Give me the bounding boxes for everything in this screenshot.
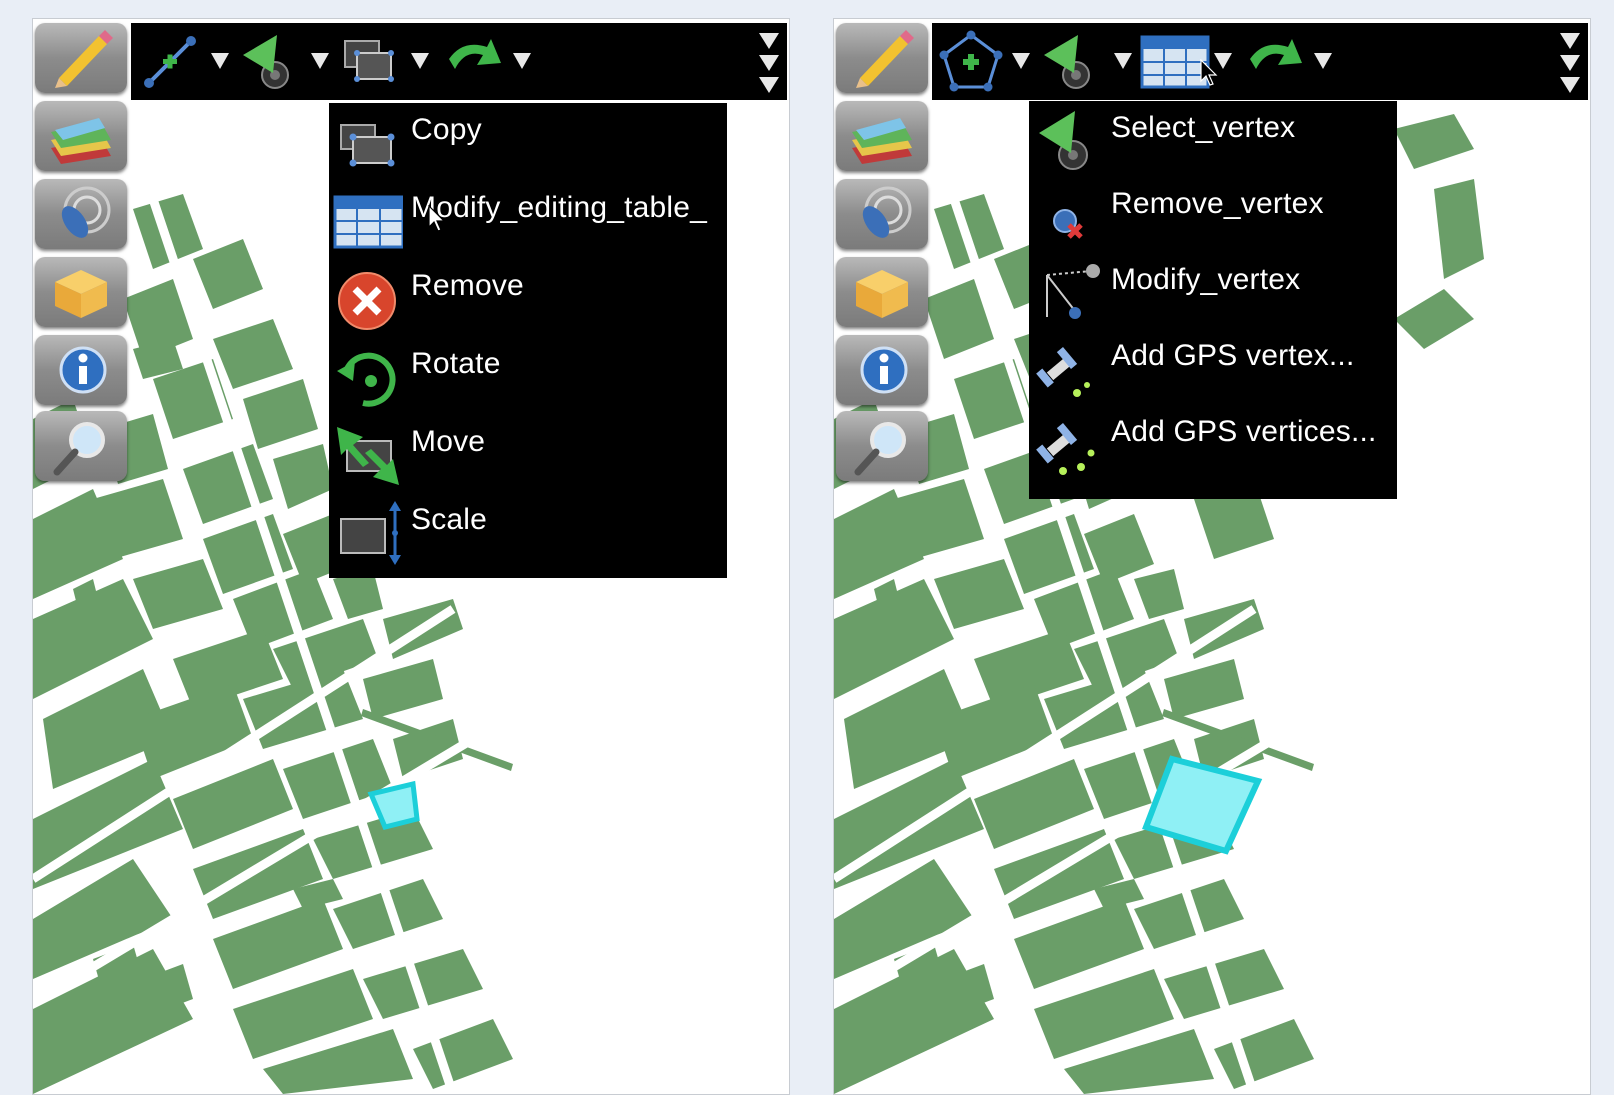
overflow-menu-icon[interactable] [1558,29,1582,97]
copy-icon [344,40,394,82]
gps-button[interactable] [836,179,928,249]
mouse-cursor-icon [428,205,446,232]
edit-dropdown-menu: Copy Modify_editing_table_ Remove Rotate… [329,103,727,578]
menu-item-label: Select_vertex [1111,111,1296,144]
menu-item-copy[interactable]: Copy [329,103,727,181]
menu-item-modify-vertex[interactable]: Modify_vertex [1029,253,1397,331]
menu-item-label: Remove [411,269,524,302]
search-button[interactable] [836,411,928,481]
edit-pencil-button[interactable] [35,23,127,93]
menu-item-move[interactable]: Move [329,415,727,493]
add-polygon-vertex-tool[interactable] [936,29,1003,93]
menu-item-rotate[interactable]: Rotate [329,337,727,415]
gps-dish-icon [61,186,111,238]
add-polygon-icon [939,30,1003,92]
menu-item-scale[interactable]: Scale [329,493,727,571]
magnifier-icon [53,422,105,476]
left-device-screen: Copy Modify_editing_table_ Remove Rotate… [32,18,790,1095]
remove-vertex-icon [1033,181,1103,251]
redo-arrow-icon [449,39,501,69]
chevron-down-icon[interactable] [1314,53,1332,69]
right-device-screen: Select_vertex Remove_vertex Modify_verte… [833,18,1591,1095]
select-vertex-icon [1044,35,1090,89]
add-vertex-tool[interactable] [139,29,201,93]
chevron-down-icon[interactable] [513,53,531,69]
remove-icon [333,263,403,333]
overflow-menu-icon[interactable] [757,29,781,97]
mouse-cursor-icon [1200,59,1218,86]
redo-arrow-icon [1250,39,1302,69]
info-icon [860,346,908,394]
menu-item-label: Copy [411,113,482,146]
layers-button[interactable] [35,101,127,171]
select-tool[interactable] [239,29,301,93]
edit-pencil-button[interactable] [836,23,928,93]
menu-item-modify-editing-table[interactable]: Modify_editing_table_ [329,181,727,259]
menu-item-select-vertex[interactable]: Select_vertex [1029,101,1397,179]
menu-item-label: Scale [411,503,488,536]
layers-icon [51,118,111,164]
menu-item-remove[interactable]: Remove [329,259,727,337]
menu-item-label: Add GPS vertices... [1111,415,1377,448]
gps-satellite-icon [1033,409,1103,479]
copy-icon [333,107,403,177]
menu-item-add-gps-vertex[interactable]: Add GPS vertex... [1029,329,1397,407]
vertex-dropdown-menu: Select_vertex Remove_vertex Modify_verte… [1029,101,1397,499]
menu-item-label: Add GPS vertex... [1111,339,1355,372]
layers-icon [852,118,912,164]
redo-tool[interactable] [443,29,505,93]
select-vertex-icon [243,35,289,89]
table-icon [333,185,405,255]
chevron-down-icon[interactable] [411,53,429,69]
chevron-down-icon[interactable] [311,53,329,69]
chevron-down-icon[interactable] [1012,53,1030,69]
package-icon [55,270,107,318]
edit-toolbar [131,23,787,100]
chevron-down-icon[interactable] [1114,53,1132,69]
gps-dish-icon [862,186,912,238]
package-icon [856,270,908,318]
menu-item-label: Modify_editing_table_ [411,191,708,224]
package-button[interactable] [35,257,127,327]
info-button[interactable] [836,335,928,405]
rotate-icon [333,341,403,411]
pencil-icon [55,30,113,88]
menu-item-label: Rotate [411,347,501,380]
pencil-icon [856,30,914,88]
move-icon [333,419,403,489]
search-button[interactable] [35,411,127,481]
add-line-icon [144,36,196,88]
redo-tool[interactable] [1244,29,1306,93]
select-vertex-icon [1033,105,1103,175]
gps-button[interactable] [35,179,127,249]
package-button[interactable] [836,257,928,327]
info-button[interactable] [35,335,127,405]
menu-item-label: Remove_vertex [1111,187,1324,220]
chevron-down-icon[interactable] [211,53,229,69]
editing-table-tool[interactable] [1140,29,1210,93]
gps-satellite-icon [1033,333,1103,403]
magnifier-icon [854,422,906,476]
scale-icon [333,497,403,567]
menu-item-add-gps-vertices[interactable]: Add GPS vertices... [1029,405,1397,483]
menu-item-label: Modify_vertex [1111,263,1301,296]
menu-item-remove-vertex[interactable]: Remove_vertex [1029,177,1397,255]
info-icon [59,346,107,394]
select-tool[interactable] [1040,29,1102,93]
edit-toolbar [932,23,1588,100]
modify-vertex-icon [1033,257,1103,327]
layers-button[interactable] [836,101,928,171]
copy-tool[interactable] [339,29,401,93]
menu-item-label: Move [411,425,486,458]
